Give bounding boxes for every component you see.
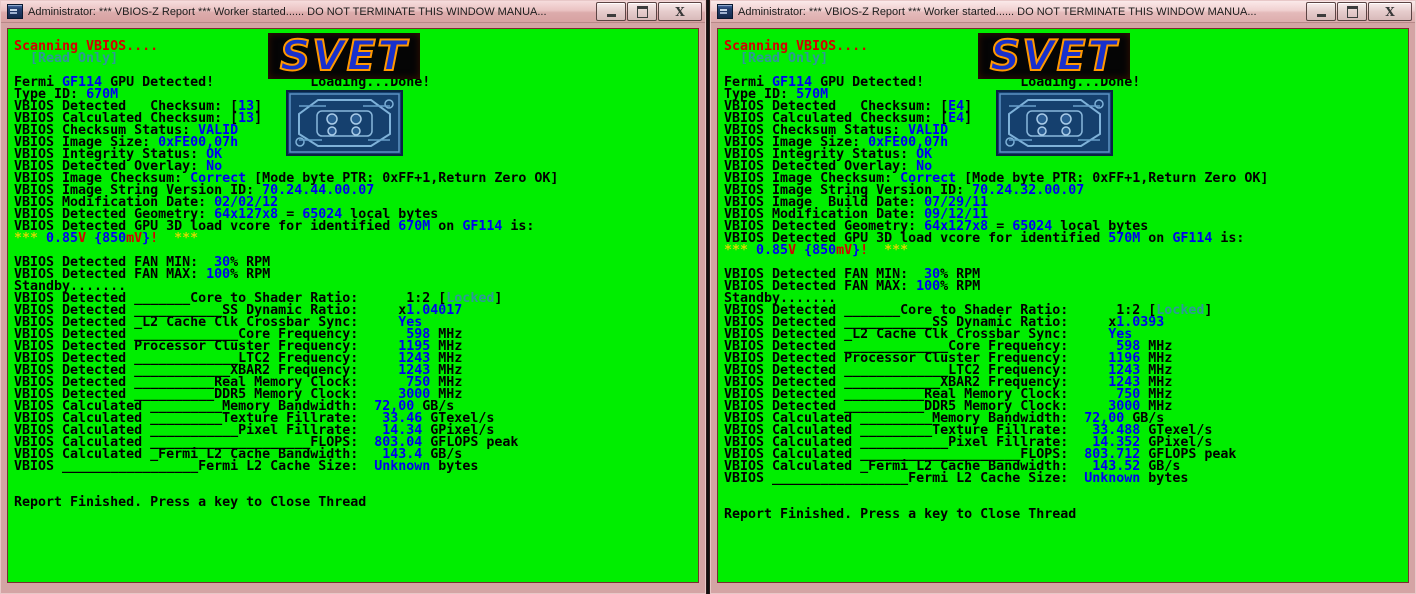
console-line: VBIOS _________________Fermi L2 Cache Si… — [724, 471, 1189, 486]
svet-logo-text: SVET — [280, 33, 409, 79]
console-window-left: Administrator: *** VBIOS-Z Report *** Wo… — [0, 0, 707, 594]
titlebar[interactable]: Administrator: *** VBIOS-Z Report *** Wo… — [1, 1, 705, 23]
console-line: Report Finished. Press a key to Close Th… — [14, 495, 367, 510]
svet-logo: SVET — [268, 30, 420, 81]
close-button[interactable]: X — [1368, 2, 1412, 21]
window-controls: X — [596, 2, 702, 21]
close-button[interactable]: X — [658, 2, 702, 21]
minimize-icon — [1316, 13, 1326, 17]
minimize-button[interactable] — [596, 2, 626, 21]
minimize-icon — [606, 13, 616, 17]
console-viewport[interactable]: Scanning VBIOS.... [Read Only] Fermi GF11… — [7, 28, 699, 583]
svet-logo: SVET — [978, 30, 1130, 81]
maximize-icon — [636, 5, 648, 18]
titlebar[interactable]: Administrator: *** VBIOS-Z Report *** Wo… — [711, 1, 1415, 23]
svet-logo-text: SVET — [990, 33, 1119, 79]
minimize-button[interactable] — [1306, 2, 1336, 21]
window-title: Administrator: *** VBIOS-Z Report *** Wo… — [738, 5, 1257, 18]
window-title: Administrator: *** VBIOS-Z Report *** Wo… — [28, 5, 547, 18]
window-controls: X — [1306, 2, 1412, 21]
console-app-icon — [7, 4, 23, 19]
maximize-button[interactable] — [627, 2, 657, 21]
console-line: Report Finished. Press a key to Close Th… — [724, 507, 1077, 522]
circuit-board-image — [286, 90, 403, 156]
close-icon: X — [675, 4, 685, 19]
console-viewport[interactable]: Scanning VBIOS.... [Read Only] Fermi GF11… — [717, 28, 1409, 583]
console-app-icon — [717, 4, 733, 19]
console-line: VBIOS _________________Fermi L2 Cache Si… — [14, 459, 479, 474]
circuit-board-image — [996, 90, 1113, 156]
close-icon: X — [1385, 4, 1395, 19]
console-line: *** 0.85V {850mV}! *** — [14, 231, 199, 246]
maximize-icon — [1346, 5, 1358, 18]
console-window-right: Administrator: *** VBIOS-Z Report *** Wo… — [709, 0, 1416, 594]
maximize-button[interactable] — [1337, 2, 1367, 21]
console-line: *** 0.85V {850mV}! *** — [724, 243, 909, 258]
